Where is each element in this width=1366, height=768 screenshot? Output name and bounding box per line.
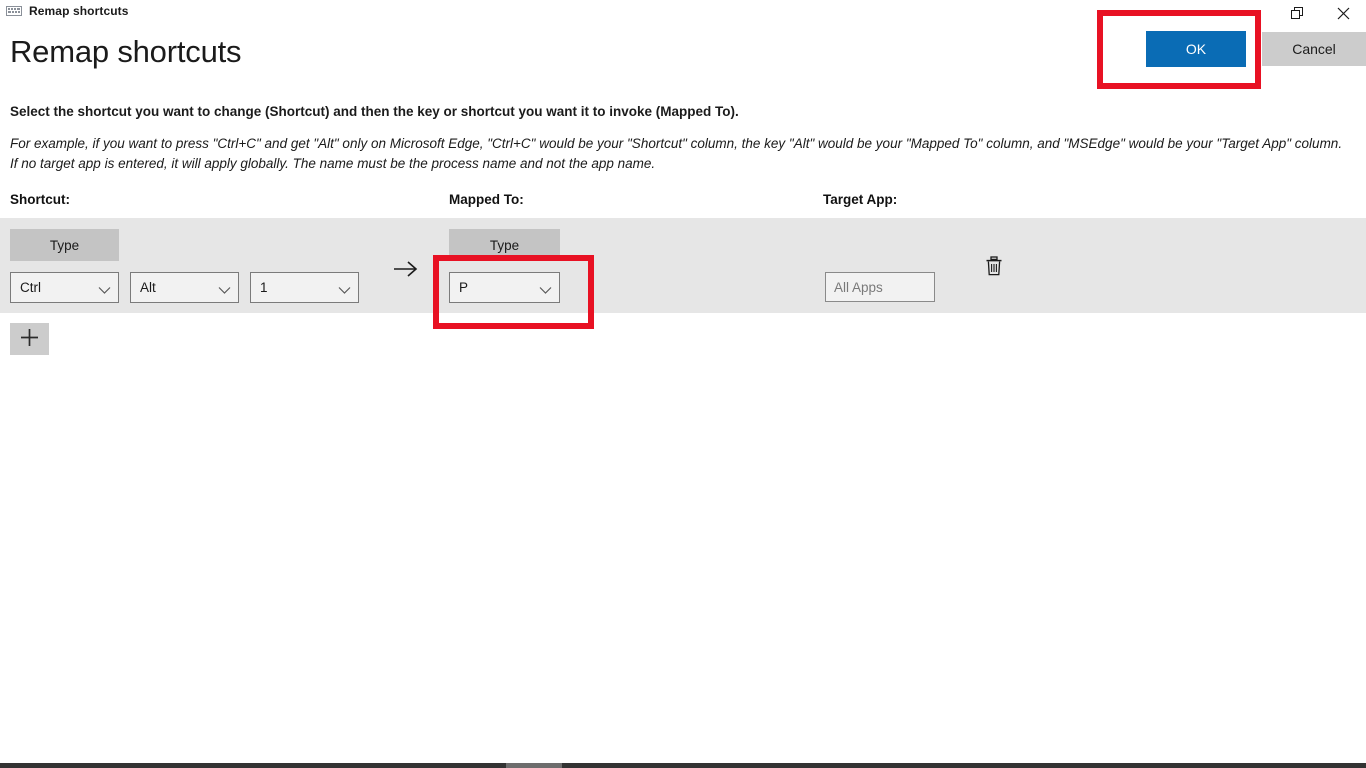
trash-icon: [985, 255, 1003, 279]
instructions-secondary-line-1: For example, if you want to press "Ctrl+…: [10, 136, 1343, 151]
instructions-primary: Select the shortcut you want to change (…: [10, 104, 739, 119]
target-app-input[interactable]: [825, 272, 935, 302]
restore-window-icon: [1291, 7, 1303, 19]
shortcut-type-button[interactable]: Type: [10, 229, 119, 261]
shortcut-key-combo-1[interactable]: Ctrl: [10, 272, 119, 303]
column-header-target-app: Target App:: [823, 192, 898, 207]
chevron-down-icon: [539, 282, 552, 300]
shortcut-key-combo-2[interactable]: Alt: [130, 272, 239, 303]
add-shortcut-button[interactable]: [10, 323, 49, 355]
mapped-to-key-value: P: [459, 280, 469, 295]
column-header-shortcut: Shortcut:: [10, 192, 70, 207]
mapped-to-key-combo[interactable]: P: [449, 272, 560, 303]
column-header-mapped-to: Mapped To:: [449, 192, 524, 207]
shortcut-key-value-2: Alt: [140, 280, 156, 295]
close-icon: [1337, 7, 1350, 20]
delete-row-button[interactable]: [978, 252, 1010, 282]
titlebar-left-group: Remap shortcuts: [6, 3, 129, 19]
keyboard-icon: [6, 3, 22, 19]
plus-icon: [20, 328, 39, 350]
page-title: Remap shortcuts: [10, 34, 242, 69]
window-controls: [1274, 0, 1366, 26]
shortcut-key-combo-3[interactable]: 1: [250, 272, 359, 303]
instructions-secondary-line-2: If no target app is entered, it will app…: [10, 156, 656, 171]
desktop-taskbar-edge: [0, 763, 1366, 768]
mapped-to-type-button[interactable]: Type: [449, 229, 560, 261]
window-titlebar: Remap shortcuts: [0, 0, 1366, 26]
arrow-right-icon: [392, 256, 420, 282]
cancel-button[interactable]: Cancel: [1262, 32, 1366, 66]
instructions-secondary: For example, if you want to press "Ctrl+…: [10, 134, 1366, 174]
chevron-down-icon: [338, 282, 351, 300]
taskbar-active-segment: [506, 763, 562, 768]
ok-button[interactable]: OK: [1146, 31, 1246, 67]
close-window-button[interactable]: [1320, 0, 1366, 26]
chevron-down-icon: [98, 282, 111, 300]
shortcut-key-value-3: 1: [260, 280, 268, 295]
restore-window-button[interactable]: [1274, 0, 1320, 26]
chevron-down-icon: [218, 282, 231, 300]
shortcut-key-value-1: Ctrl: [20, 280, 41, 295]
window-title-text: Remap shortcuts: [29, 4, 129, 18]
